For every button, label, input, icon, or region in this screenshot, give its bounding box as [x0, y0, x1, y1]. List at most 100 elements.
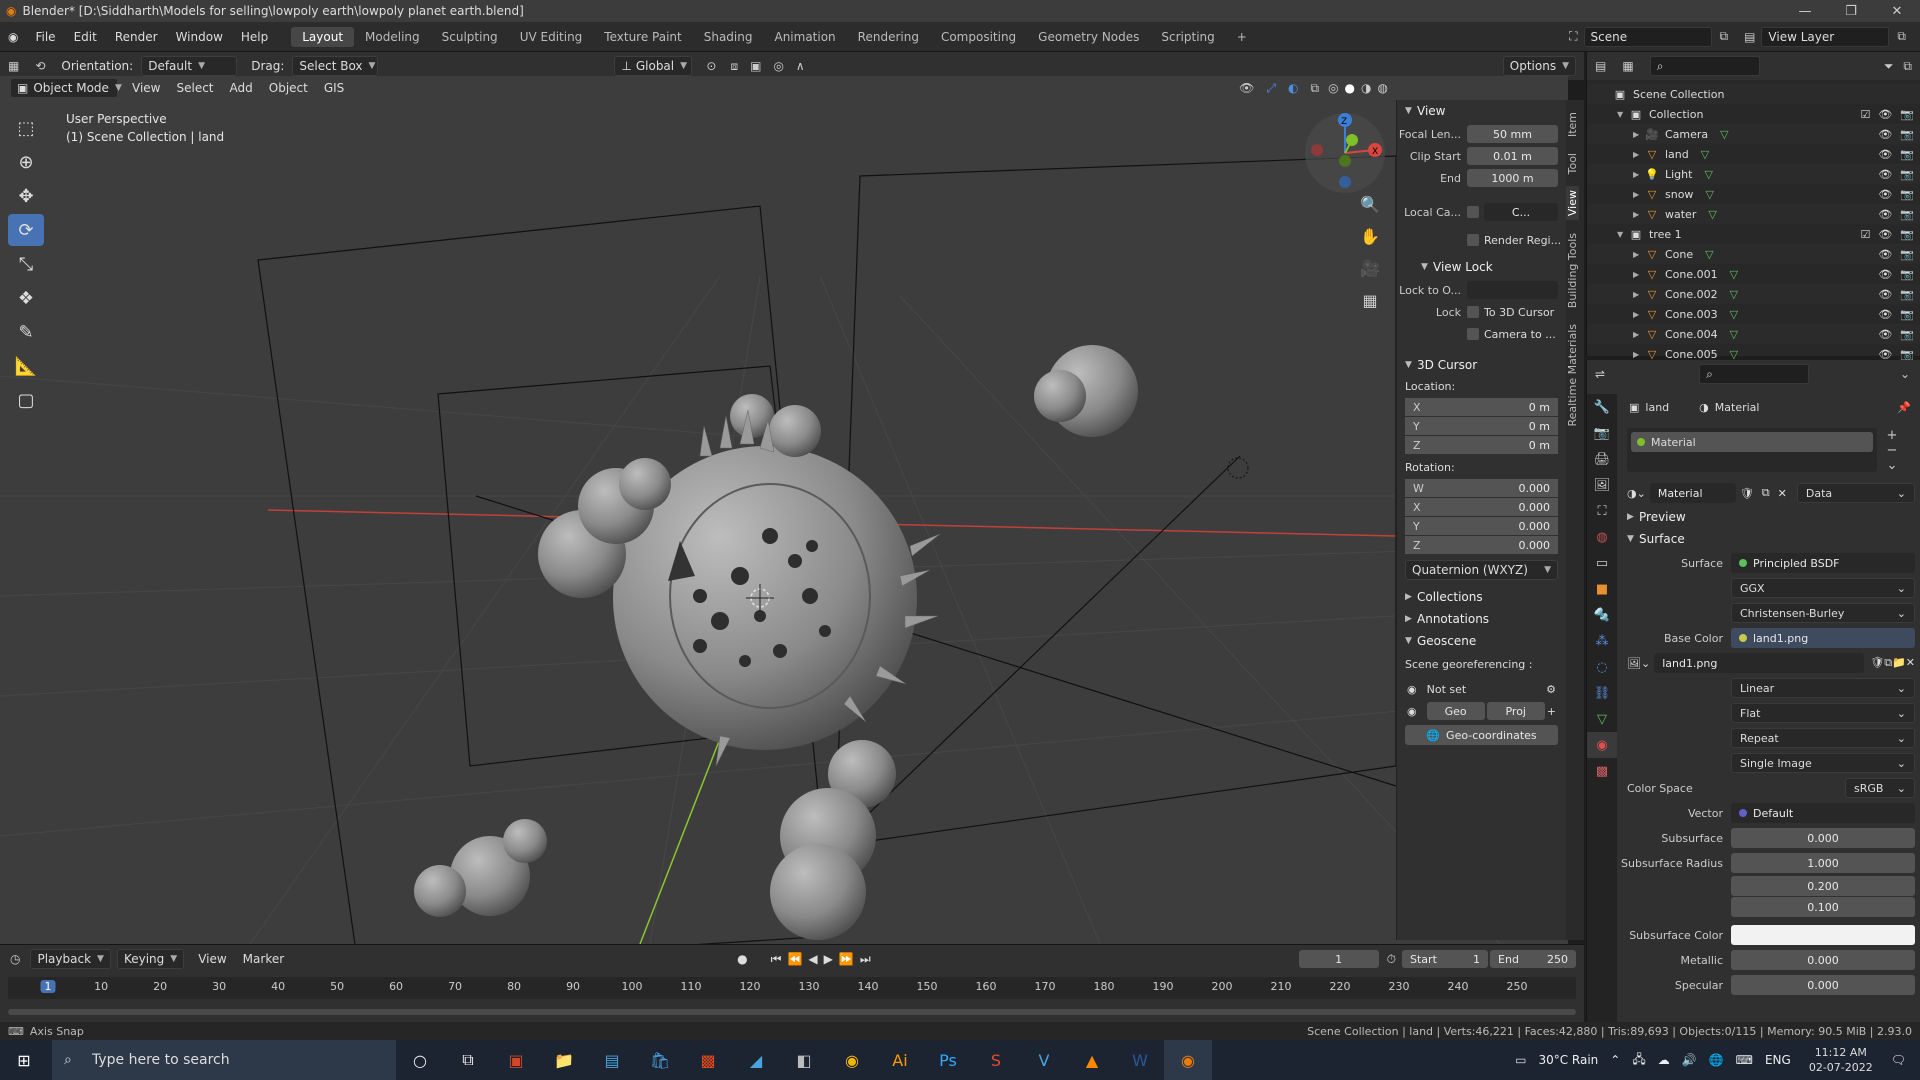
tab-view[interactable]: View [1566, 186, 1579, 221]
stopwatch-icon[interactable]: ⏱ [1387, 952, 1396, 967]
cursor-rotation-w[interactable]: W 0.000 [1405, 479, 1558, 497]
start-frame-field[interactable]: Start 1 [1402, 950, 1489, 968]
snap-target-icon[interactable]: ▣ [750, 59, 761, 73]
image-actions-icon[interactable]: 🛡⧉📁✕ [1870, 656, 1915, 670]
measure-tool-icon[interactable]: 📐 [8, 350, 44, 382]
tool-icon[interactable]: ⟲ [27, 59, 53, 73]
eye-icon[interactable]: 👁 [1878, 208, 1892, 221]
mesh-data-icon[interactable]: ▽ [1730, 308, 1738, 321]
mesh-data-icon[interactable]: ▽ [1730, 348, 1738, 361]
menu-help[interactable]: Help [232, 30, 277, 44]
duplicate-material-icon[interactable]: ⧉ [1762, 486, 1770, 500]
workspace-tab-scripting[interactable]: Scripting [1150, 27, 1225, 47]
snap-icon[interactable]: ⧈ [730, 59, 738, 74]
subsurface-radius-z-field[interactable]: 0.100 [1731, 897, 1915, 917]
notification-icon[interactable]: 🗨 [1891, 1053, 1906, 1067]
link-dropdown[interactable]: Data ⌄ [1796, 483, 1915, 503]
viewport-menu-add[interactable]: Add [222, 81, 261, 95]
object-tab-icon[interactable]: ■ [1587, 576, 1617, 602]
chevron-down-icon[interactable]: ▼ [1617, 110, 1629, 119]
falloff-icon[interactable]: ∧ [796, 59, 805, 73]
3d-viewport[interactable] [0, 76, 1568, 944]
data-tab-icon[interactable]: ▽ [1587, 706, 1617, 732]
proportional-edit-icon[interactable]: ◎ [773, 59, 783, 73]
cursor-location-z[interactable]: Z0 m [1405, 436, 1558, 454]
eye-icon[interactable]: 👁 [1878, 108, 1892, 121]
file-explorer-icon[interactable]: 📁 [540, 1040, 588, 1080]
viewport-menu-object[interactable]: Object [261, 81, 316, 95]
geo-button[interactable]: Geo [1426, 702, 1485, 720]
taskbar-search-box[interactable]: ⌕ Type here to search [52, 1040, 396, 1080]
ortho-grid-icon[interactable]: ▦ [1356, 286, 1384, 314]
end-frame-field[interactable]: End 250 [1490, 950, 1577, 968]
viewport-menu-select[interactable]: Select [168, 81, 221, 95]
cursor-location-y[interactable]: Y0 m [1405, 417, 1558, 435]
menu-file[interactable]: File [26, 30, 64, 44]
outliner-root[interactable]: ▣ Scene Collection [1587, 84, 1920, 104]
cortana-icon[interactable]: ○ [396, 1040, 444, 1080]
mesh-data-icon[interactable]: ▽ [1730, 288, 1738, 301]
surface-section-header[interactable]: ▼ Surface [1619, 528, 1920, 550]
office-icon[interactable]: ▩ [684, 1040, 732, 1080]
minimize-icon[interactable]: — [1782, 4, 1828, 19]
outliner-item-cone-004[interactable]: ▶ ▽ Cone.004 ▽ 👁 📷 [1587, 324, 1920, 344]
jump-end-icon[interactable]: ⏭ [860, 952, 871, 967]
cursor-rotation-z[interactable]: Z 0.000 [1405, 536, 1558, 554]
tool-tab-icon[interactable]: 🔧 [1587, 394, 1617, 420]
subsurface-color-swatch[interactable] [1731, 925, 1915, 945]
workspace-tab-uv-editing[interactable]: UV Editing [509, 27, 594, 47]
frame-ruler[interactable]: 1 10 20 30 40 50 60 70 80 90 100 110 120 130 140 150 160… [8, 977, 1576, 999]
vector-field[interactable]: Default [1731, 803, 1915, 823]
keyboard-icon[interactable]: ⌨ [1736, 1053, 1753, 1067]
view-layer-tab-icon[interactable]: 🖼 [1587, 472, 1617, 498]
settings-gear-icon[interactable]: ⚙ [1546, 683, 1556, 696]
weather-text[interactable]: 30°C Rain [1538, 1053, 1598, 1067]
modifier-tab-icon[interactable]: 🔩 [1587, 602, 1617, 628]
annotate-tool-icon[interactable]: ✎ [8, 316, 44, 348]
render-camera-icon[interactable]: 📷 [1900, 348, 1914, 361]
select-box-tool-icon[interactable]: ⬚ [8, 112, 44, 144]
menu-render[interactable]: Render [106, 30, 167, 44]
powerpoint-icon[interactable]: ▣ [492, 1040, 540, 1080]
view-layer-icon[interactable]: ▤ [1744, 30, 1755, 44]
mesh-data-icon[interactable]: ▽ [1701, 148, 1709, 161]
material-slot-item[interactable]: Material [1631, 432, 1873, 452]
add-slot-icon[interactable]: + [1887, 428, 1898, 443]
move-tool-icon[interactable]: ✥ [8, 180, 44, 212]
overlay-toggle-icon[interactable]: ◐ [1288, 81, 1298, 95]
proj-button[interactable]: Proj [1486, 702, 1545, 720]
chevron-right-icon[interactable]: ▶ [1633, 310, 1645, 319]
viewport-menu-gis[interactable]: GIS [316, 81, 352, 95]
add-cube-tool-icon[interactable]: ▢ [8, 384, 44, 416]
tab-building-tools[interactable]: Building Tools [1566, 229, 1579, 312]
add-icon[interactable]: + [1547, 705, 1556, 718]
eye-icon[interactable]: 👁 [1878, 228, 1892, 241]
task-view-icon[interactable]: ⧉ [444, 1040, 492, 1080]
subsurface-radius-y-field[interactable]: 0.200 [1731, 876, 1915, 896]
drag-dropdown[interactable]: Select Box ▼ [292, 56, 379, 76]
render-camera-icon[interactable]: 📷 [1900, 208, 1914, 221]
focal-length-field[interactable]: 50 mm [1467, 125, 1558, 143]
to-3d-cursor-checkbox[interactable] [1467, 306, 1479, 318]
eye-icon[interactable]: 👁 [1878, 268, 1892, 281]
cursor-location-x[interactable]: X0 m [1405, 398, 1558, 416]
language-indicator[interactable]: ENG [1765, 1053, 1791, 1067]
specular-field[interactable]: 0.000 [1731, 975, 1915, 995]
material-slot-list[interactable]: Material [1627, 428, 1877, 472]
filter-icon[interactable]: ⏷ [1884, 59, 1894, 74]
chevron-right-icon[interactable]: ▶ [1633, 170, 1645, 179]
blender-menu-icon[interactable]: ◉ [0, 30, 26, 44]
outliner-item-cone-003[interactable]: ▶ ▽ Cone.003 ▽ 👁 📷 [1587, 304, 1920, 324]
eye-icon[interactable]: 👁 [1878, 308, 1892, 321]
source-dropdown[interactable]: Single Image ⌄ [1731, 753, 1915, 773]
view-section-header[interactable]: ▼ View [1397, 100, 1566, 122]
solid-shading-icon[interactable]: ● [1345, 81, 1355, 95]
tab-item[interactable]: Item [1566, 108, 1579, 141]
render-camera-icon[interactable]: 📷 [1900, 268, 1914, 281]
workspace-tab-rendering[interactable]: Rendering [847, 27, 930, 47]
keying-dropdown[interactable]: Keying ▼ [116, 949, 185, 969]
transform-tool-icon[interactable]: ❖ [8, 282, 44, 314]
outliner-item-camera[interactable]: ▶ 🎥 Camera ▽ 👁 📷 [1587, 124, 1920, 144]
workspace-tab-shading[interactable]: Shading [693, 27, 764, 47]
distribution-dropdown[interactable]: GGX ⌄ [1731, 578, 1915, 598]
